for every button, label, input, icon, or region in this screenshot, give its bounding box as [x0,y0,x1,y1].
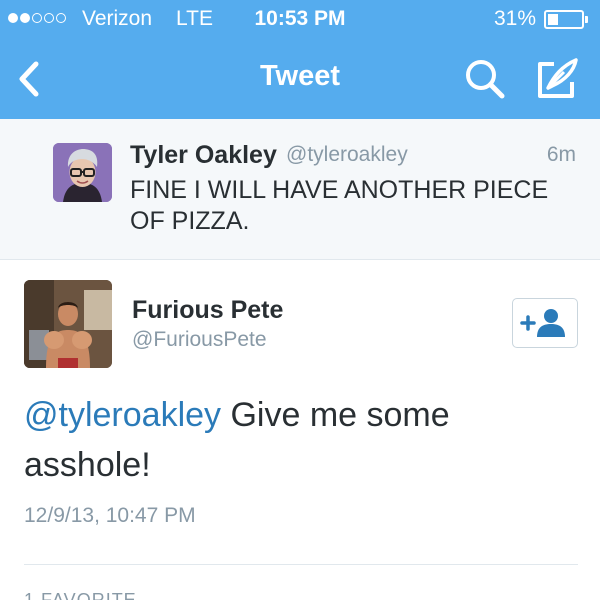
favorites-count[interactable]: 1 FAVORITE [24,590,137,600]
compose-button[interactable] [534,56,580,102]
tweet-text: @tyleroakley Give me some asshole! [24,390,584,490]
status-bar: Verizon LTE 10:53 PM 31% [0,0,600,40]
tweet-detail-screen: Verizon LTE 10:53 PM 31% Tweet Tyler Oak… [0,0,600,600]
author-handle: @tyleroakley [286,143,408,166]
avatar[interactable] [24,280,112,368]
top-bar: Verizon LTE 10:53 PM 31% Tweet [0,0,600,119]
mention-link[interactable]: @tyleroakley [24,396,221,434]
battery-icon [544,10,588,29]
tweet-age: 6m [546,143,576,166]
page-title: Tweet [259,60,341,92]
divider [24,564,578,565]
tweet-timestamp: 12/9/13, 10:47 PM [24,504,196,527]
follow-button[interactable] [512,298,578,348]
author-handle[interactable]: @FuriousPete [132,328,267,352]
compose-icon [538,58,578,98]
parent-tweet[interactable]: Tyler Oakley @tyleroakley 6m FINE I WILL… [0,119,600,260]
nav-bar: Tweet [0,40,600,119]
avatar[interactable] [53,143,112,202]
profile-photo [53,143,112,202]
search-icon [466,60,505,99]
author-name[interactable]: Tyler Oakley [130,141,277,170]
add-user-icon [520,309,565,337]
profile-photo [24,280,112,368]
author-name[interactable]: Furious Pete [132,296,283,325]
tweet-text: FINE I WILL HAVE ANOTHER PIECE OF PIZZA. [130,176,549,235]
search-button[interactable] [464,58,506,100]
battery-percentage: 31% [493,7,536,30]
